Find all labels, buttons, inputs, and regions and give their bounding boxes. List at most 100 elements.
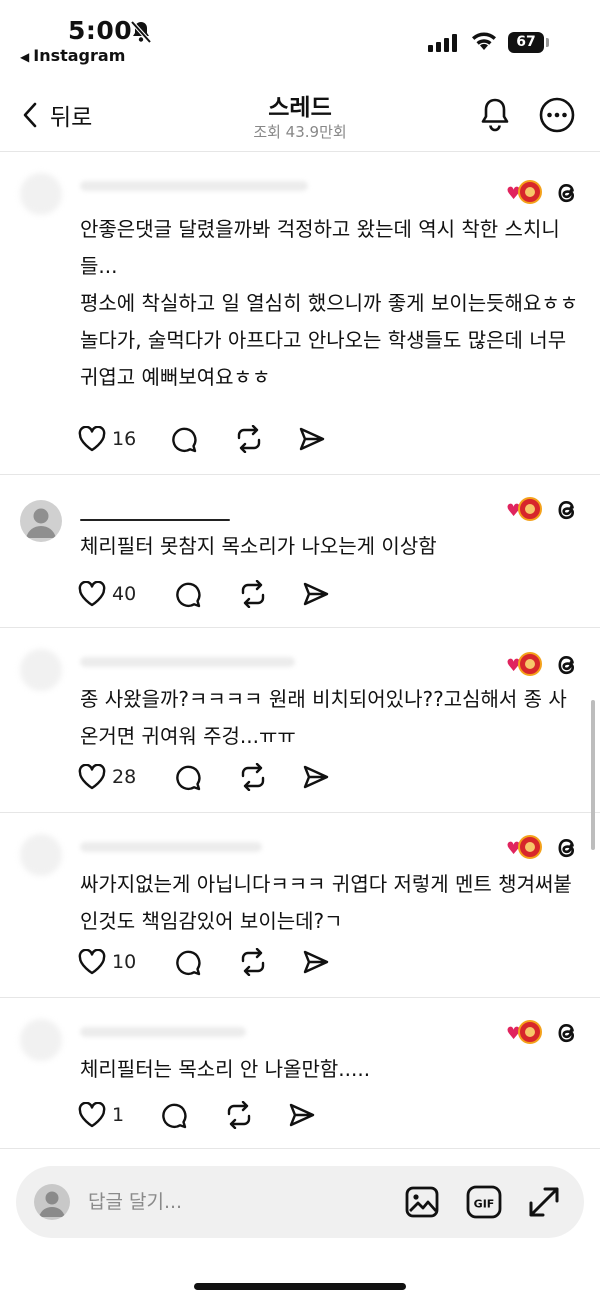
share-button[interactable]: [288, 1102, 316, 1128]
silent-mode-icon: [130, 20, 152, 48]
like-count: 16: [112, 428, 137, 450]
comment-text: 안좋은댓글 달렸을까봐 걱정하고 왔는데 역시 착한 스치니들... 평소에 착…: [80, 211, 580, 396]
threads-logo-icon[interactable]: [554, 179, 580, 207]
send-icon: [299, 427, 325, 451]
notification-bell-icon[interactable]: [478, 96, 512, 136]
image-attach-icon[interactable]: [404, 1184, 440, 1224]
comment-item: ♥ 체리필터는 목소리 안 나올만함..... 1: [0, 999, 600, 1149]
heart-icon: [78, 764, 106, 790]
comment-actions: 40: [78, 580, 330, 608]
threads-logo-icon[interactable]: [554, 1019, 580, 1047]
username[interactable]: [80, 181, 308, 191]
username[interactable]: [80, 1027, 246, 1037]
wifi-icon: [470, 30, 498, 56]
avatar[interactable]: [20, 500, 62, 542]
thread-header: 뒤로 스레드 조회 43.9만회: [0, 82, 600, 152]
author-heart-badge-icon: ♥: [506, 652, 542, 678]
send-icon: [289, 1103, 315, 1127]
like-button[interactable]: 1: [78, 1102, 160, 1128]
reply-button[interactable]: [160, 1101, 224, 1129]
scrollbar[interactable]: [591, 700, 595, 850]
reply-bubble-icon: [162, 1103, 187, 1129]
reply-input[interactable]: [88, 1186, 388, 1218]
reply-button[interactable]: [174, 763, 238, 791]
like-button[interactable]: 16: [78, 426, 170, 452]
threads-logo-icon[interactable]: [554, 651, 580, 679]
comment-item: ♥ 체리필터 못참지 목소리가 나오는게 이상함 40: [0, 476, 600, 628]
battery-tip: [546, 38, 549, 47]
avatar[interactable]: [20, 1019, 62, 1061]
author-heart-badge-icon: ♥: [506, 835, 542, 861]
comment-text: 싸가지없는게 아닙니다ㅋㅋㅋ 귀엽다 저렇게 멘트 챙겨써붙인것도 책임감있어 …: [80, 866, 580, 940]
repost-icon: [237, 425, 261, 453]
threads-logo-icon[interactable]: [554, 496, 580, 524]
gif-icon[interactable]: GIF: [466, 1184, 502, 1224]
repost-button[interactable]: [238, 948, 302, 976]
comment-actions: 1: [78, 1101, 316, 1129]
comment-line: 싸가지없는게 아닙니다ㅋㅋㅋ 귀엽다 저렇게 멘트 챙겨써붙인것도 책임감있어 …: [80, 872, 572, 933]
threads-logo-icon[interactable]: [554, 834, 580, 862]
avatar[interactable]: [20, 834, 62, 876]
repost-button[interactable]: [238, 763, 302, 791]
username[interactable]: [80, 842, 262, 852]
comment-meta: ♥: [506, 834, 580, 862]
send-icon: [303, 765, 329, 789]
comment-meta: ♥: [506, 179, 580, 207]
heart-icon: [78, 1102, 106, 1128]
comment-actions: 10: [78, 948, 330, 976]
heart-icon: [78, 581, 106, 607]
like-count: 1: [112, 1104, 125, 1126]
repost-icon: [241, 580, 265, 608]
reply-button[interactable]: [170, 425, 234, 453]
repost-button[interactable]: [234, 425, 298, 453]
svg-text:GIF: GIF: [474, 1198, 495, 1211]
author-heart-badge-icon: ♥: [506, 497, 542, 523]
comment-meta: ♥: [506, 651, 580, 679]
comment-meta: ♥: [506, 1019, 580, 1047]
share-button[interactable]: [302, 581, 330, 607]
avatar[interactable]: [20, 173, 62, 215]
like-count: 28: [112, 766, 137, 788]
comment-actions: 16: [78, 425, 326, 453]
reply-button[interactable]: [174, 580, 238, 608]
like-button[interactable]: 10: [78, 949, 174, 975]
reply-bubble-icon: [172, 427, 197, 453]
comment-item: ♥ 안좋은댓글 달렸을까봐 걱정하고 왔는데 역시 착한 스치니들... 평소에…: [0, 153, 600, 475]
reply-button[interactable]: [174, 948, 238, 976]
avatar[interactable]: [20, 649, 62, 691]
clock: 5:00: [68, 16, 133, 45]
comment-line: 체리필터는 목소리 안 나올만함.....: [80, 1057, 371, 1081]
repost-button[interactable]: [224, 1101, 288, 1129]
share-button[interactable]: [298, 426, 326, 452]
like-count: 40: [112, 583, 137, 605]
battery-indicator: 67: [508, 32, 544, 53]
repost-icon: [241, 948, 265, 976]
comment-line: 종 사왔을까?ㅋㅋㅋㅋ 원래 비치되어있나??고심해서 종 사온거면 귀여워 주…: [80, 687, 567, 748]
like-button[interactable]: 28: [78, 764, 174, 790]
heart-icon: [78, 426, 106, 452]
share-button[interactable]: [302, 764, 330, 790]
default-avatar-icon: [39, 1191, 65, 1217]
send-icon: [303, 582, 329, 606]
repost-button[interactable]: [238, 580, 302, 608]
status-bar: 5:00 ◀ Instagram 67: [0, 0, 600, 80]
more-options-icon[interactable]: [538, 96, 576, 138]
comment-line: 체리필터 못참지 목소리가 나오는게 이상함: [80, 534, 437, 558]
cellular-signal-icon: [428, 34, 457, 52]
repost-icon: [241, 763, 265, 791]
home-indicator[interactable]: [194, 1283, 406, 1290]
share-button[interactable]: [302, 949, 330, 975]
username[interactable]: [80, 657, 295, 667]
return-to-app-link[interactable]: ◀ Instagram: [20, 46, 125, 65]
repost-icon: [227, 1101, 251, 1129]
reply-bubble-icon: [176, 765, 201, 791]
comment-actions: 28: [78, 763, 330, 791]
reply-bubble-icon: [176, 582, 201, 608]
comment-text: 체리필터는 목소리 안 나올만함.....: [80, 1051, 580, 1088]
reply-bubble-icon: [176, 950, 201, 976]
username[interactable]: [80, 519, 230, 521]
like-count: 10: [112, 951, 137, 973]
expand-icon[interactable]: [526, 1184, 562, 1224]
comment-text: 종 사왔을까?ㅋㅋㅋㅋ 원래 비치되어있나??고심해서 종 사온거면 귀여워 주…: [80, 681, 580, 755]
like-button[interactable]: 40: [78, 581, 174, 607]
